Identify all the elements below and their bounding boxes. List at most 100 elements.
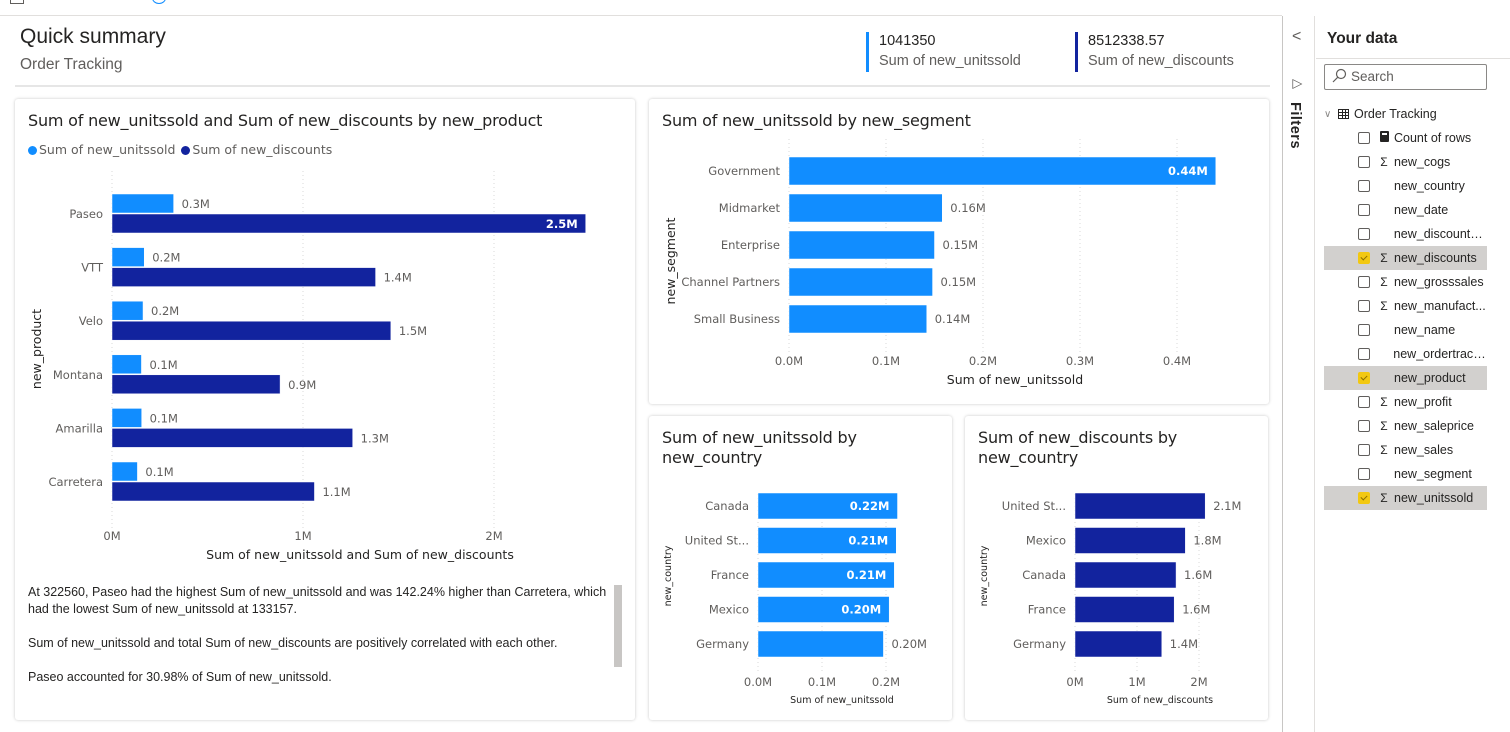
field-item[interactable]: Σnew_grosssales [1324, 270, 1487, 294]
category-label: Canada [705, 499, 749, 513]
category-label: Montana [53, 368, 103, 382]
bar-sum-of-new_unitssold[interactable] [788, 193, 943, 223]
chart-card-segment[interactable]: Sum of new_unitssold by new_segment 0.0M… [649, 99, 1269, 404]
checkbox[interactable] [1358, 396, 1370, 408]
data-label: 0.15M [941, 275, 977, 289]
data-label: 0.9M [288, 378, 316, 392]
category-label: United St... [685, 534, 749, 548]
narrative-scrollbar[interactable] [614, 585, 622, 667]
table-view-icon[interactable] [10, 0, 24, 4]
checkbox[interactable] [1358, 444, 1370, 456]
sigma-icon: Σ [1380, 491, 1388, 505]
checkbox[interactable] [1358, 180, 1370, 192]
bar-sum-of-new_discounts[interactable] [111, 320, 392, 341]
field-item[interactable]: new_discountb... [1324, 222, 1487, 246]
bar-sum-of-new_discounts[interactable] [1074, 630, 1163, 658]
field-item[interactable]: new_date [1324, 198, 1487, 222]
bar-sum-of-new_discounts[interactable] [1074, 492, 1206, 520]
checkbox[interactable] [1358, 228, 1370, 240]
checkbox-checked[interactable] [1358, 252, 1370, 264]
data-label: 0.2M [151, 304, 179, 318]
x-tick-label: 2M [485, 529, 502, 543]
checkbox-checked[interactable] [1358, 492, 1370, 504]
checkbox[interactable] [1358, 156, 1370, 168]
bar-chart-country-units[interactable]: 0.0M 0.1M 0.2M Sum of new_unitssold new_coun… [649, 416, 952, 720]
checkbox[interactable] [1358, 300, 1370, 312]
field-name: new_unitssold [1394, 491, 1474, 505]
bar-sum-of-new_discounts[interactable] [111, 213, 586, 234]
field-item[interactable]: Σnew_unitssold [1324, 486, 1487, 510]
table-node-order-tracking[interactable]: ∨ Order Tracking [1324, 105, 1437, 123]
data-pane-divider [1316, 58, 1510, 59]
field-item[interactable]: new_name [1324, 318, 1487, 342]
field-name: new_discounts [1394, 251, 1477, 265]
bar-sum-of-new_discounts[interactable] [1074, 527, 1186, 554]
bar-sum-of-new_unitssold[interactable] [111, 408, 142, 428]
field-item[interactable]: new_ordertrack... [1324, 342, 1487, 366]
kpi-card-unitssold[interactable]: 1041350 Sum of new_unitssold [866, 32, 1021, 72]
bar-sum-of-new_unitssold[interactable] [111, 300, 144, 321]
checkbox[interactable] [1358, 324, 1370, 336]
field-item[interactable]: Σnew_sales [1324, 438, 1487, 462]
field-item[interactable]: Σnew_manufact... [1324, 294, 1487, 318]
bar-sum-of-new_discounts[interactable] [111, 374, 281, 395]
bar-sum-of-new_unitssold[interactable] [757, 630, 884, 658]
checkbox[interactable] [1358, 276, 1370, 288]
field-item[interactable]: Count of rows [1324, 126, 1487, 150]
field-item[interactable]: Σnew_profit [1324, 390, 1487, 414]
bar-sum-of-new_unitssold[interactable] [788, 267, 933, 297]
x-tick-label: 1M [1128, 675, 1145, 689]
checkbox[interactable] [1358, 204, 1370, 216]
kpi-card-discounts[interactable]: 8512338.57 Sum of new_discounts [1075, 32, 1234, 72]
y-axis-title: new_segment [663, 217, 678, 304]
field-item[interactable]: new_country [1324, 174, 1487, 198]
x-tick-label: 0M [1066, 675, 1083, 689]
category-label: Paseo [69, 207, 103, 221]
data-pane: Your data Search ∨ Order Tracking Count … [1316, 16, 1510, 732]
bar-sum-of-new_unitssold[interactable] [111, 247, 145, 267]
info-icon[interactable] [152, 0, 166, 4]
report-canvas: Quick summary Order Tracking 1041350 Sum… [0, 16, 1282, 732]
kpi-label: Sum of new_discounts [1088, 53, 1234, 69]
chart-card-product[interactable]: Sum of new_unitssold and Sum of new_disc… [15, 99, 635, 720]
field-item[interactable]: Σnew_cogs [1324, 150, 1487, 174]
bar-sum-of-new_unitssold[interactable] [788, 156, 1217, 186]
data-pane-title: Your data [1327, 30, 1398, 47]
bar-sum-of-new_discounts[interactable] [1074, 596, 1175, 623]
bar-sum-of-new_unitssold[interactable] [788, 230, 935, 260]
checkbox-checked[interactable] [1358, 372, 1370, 384]
checkbox[interactable] [1358, 420, 1370, 432]
page-title: Quick summary [20, 25, 166, 48]
bar-sum-of-new_unitssold[interactable] [788, 304, 927, 334]
bar-sum-of-new_unitssold[interactable] [111, 354, 142, 375]
checkbox[interactable] [1358, 468, 1370, 480]
bar-chart-segment[interactable]: 0.0M 0.1M 0.2M 0.3M 0.4MSum of new_unitssold… [649, 99, 1269, 404]
field-item[interactable]: new_segment [1324, 462, 1487, 486]
expand-chevron-icon[interactable]: ∨ [1324, 109, 1336, 120]
bar-sum-of-new_unitssold[interactable] [111, 193, 174, 214]
chart-card-country-units[interactable]: Sum of new_unitssold by new_country 0.0M… [649, 416, 952, 720]
checkbox[interactable] [1358, 132, 1370, 144]
field-name: new_ordertrack... [1393, 347, 1487, 361]
filters-pane-collapsed[interactable]: < △ Filters [1282, 16, 1315, 732]
bar-sum-of-new_discounts[interactable] [1074, 561, 1177, 589]
data-label: 0.1M [145, 465, 173, 479]
bar-chart-product[interactable]: 0M 1M 2M Sum of new_unitssold and Sum of ne… [15, 99, 635, 579]
field-item[interactable]: new_product [1324, 366, 1487, 390]
checkbox[interactable] [1358, 348, 1370, 360]
filters-label[interactable]: Filters [1287, 102, 1303, 149]
category-label: Germany [1013, 637, 1066, 651]
chart-card-country-discounts[interactable]: Sum of new_discounts by new_country 0M 1M… [965, 416, 1268, 720]
field-item[interactable]: Σnew_saleprice [1324, 414, 1487, 438]
bar-chart-country-discounts[interactable]: 0M 1M 2M Sum of new_discounts new_country Uni… [965, 416, 1268, 720]
collapse-chevron-icon[interactable]: < [1292, 28, 1301, 46]
search-input[interactable]: Search [1324, 64, 1487, 90]
bar-sum-of-new_discounts[interactable] [111, 481, 315, 502]
x-tick-label: 0.1M [872, 354, 900, 368]
bar-sum-of-new_unitssold[interactable] [111, 461, 138, 482]
field-name: new_saleprice [1394, 419, 1474, 433]
bar-sum-of-new_discounts[interactable] [111, 428, 353, 448]
field-item[interactable]: Σnew_discounts [1324, 246, 1487, 270]
bar-sum-of-new_discounts[interactable] [111, 267, 376, 287]
field-name: new_product [1394, 371, 1466, 385]
